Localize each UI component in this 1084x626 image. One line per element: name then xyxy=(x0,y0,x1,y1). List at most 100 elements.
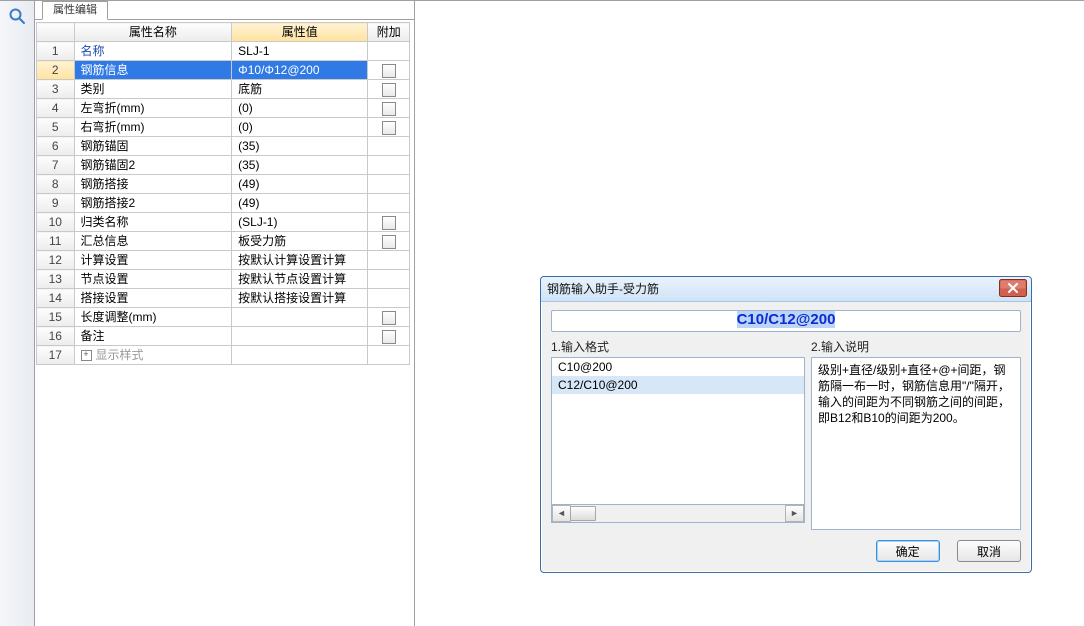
property-value[interactable] xyxy=(232,327,368,346)
extra-cell[interactable] xyxy=(368,270,410,289)
table-row[interactable]: 9钢筋搭接2(49) xyxy=(37,194,410,213)
extra-cell[interactable] xyxy=(368,308,410,327)
list-item[interactable]: C12/C10@200 xyxy=(552,376,804,394)
property-value[interactable]: 板受力筋 xyxy=(232,232,368,251)
col-value[interactable]: 属性值 xyxy=(232,23,368,42)
property-name: 备注 xyxy=(74,327,232,346)
table-row[interactable]: 15长度调整(mm) xyxy=(37,308,410,327)
extra-cell[interactable] xyxy=(368,327,410,346)
list-item[interactable]: C10@200 xyxy=(552,358,804,376)
property-name: +显示样式 xyxy=(74,346,232,365)
row-number: 12 xyxy=(37,251,75,270)
table-row[interactable]: 7钢筋锚固2(35) xyxy=(37,156,410,175)
extra-cell[interactable] xyxy=(368,251,410,270)
extra-cell[interactable] xyxy=(368,232,410,251)
dialog-titlebar[interactable]: 钢筋输入助手-受力筋 xyxy=(541,277,1031,302)
input-format-column: 1.输入格式 C10@200C12/C10@200 ◄ ► xyxy=(551,338,805,530)
col-rownum xyxy=(37,23,75,42)
property-value[interactable]: (49) xyxy=(232,194,368,213)
property-name: 搭接设置 xyxy=(74,289,232,308)
property-value[interactable]: (35) xyxy=(232,137,368,156)
property-value[interactable] xyxy=(232,346,368,365)
expand-icon[interactable]: + xyxy=(81,350,92,361)
extra-cell[interactable] xyxy=(368,42,410,61)
extra-checkbox[interactable] xyxy=(382,121,396,135)
extra-cell[interactable] xyxy=(368,194,410,213)
scroll-thumb[interactable] xyxy=(570,506,596,521)
property-value[interactable]: 底筋 xyxy=(232,80,368,99)
extra-checkbox[interactable] xyxy=(382,216,396,230)
property-value[interactable]: 按默认计算设置计算 xyxy=(232,251,368,270)
extra-cell[interactable] xyxy=(368,213,410,232)
extra-cell[interactable] xyxy=(368,175,410,194)
table-row[interactable]: 6钢筋锚固(35) xyxy=(37,137,410,156)
table-row[interactable]: 13节点设置按默认节点设置计算 xyxy=(37,270,410,289)
property-value[interactable]: (49) xyxy=(232,175,368,194)
property-value[interactable]: SLJ-1 xyxy=(232,42,368,61)
row-number: 4 xyxy=(37,99,75,118)
property-value[interactable]: (SLJ-1) xyxy=(232,213,368,232)
rebar-format-input[interactable]: C10/C12@200 xyxy=(551,310,1021,332)
table-row[interactable]: 14搭接设置按默认搭接设置计算 xyxy=(37,289,410,308)
row-number: 3 xyxy=(37,80,75,99)
row-number: 7 xyxy=(37,156,75,175)
table-row[interactable]: 8钢筋搭接(49) xyxy=(37,175,410,194)
search-icon[interactable] xyxy=(8,7,26,25)
property-name-link[interactable]: 名称 xyxy=(81,44,105,58)
table-row[interactable]: 10归类名称(SLJ-1) xyxy=(37,213,410,232)
ok-button[interactable]: 确定 xyxy=(876,540,940,562)
left-sidebar xyxy=(0,1,35,626)
scroll-right-icon[interactable]: ► xyxy=(785,505,804,522)
table-row[interactable]: 2钢筋信息Φ10/Φ12@200 xyxy=(37,61,410,80)
col-name[interactable]: 属性名称 xyxy=(74,23,232,42)
scroll-left-icon[interactable]: ◄ xyxy=(552,505,571,522)
extra-checkbox[interactable] xyxy=(382,235,396,249)
table-row[interactable]: 3类别底筋 xyxy=(37,80,410,99)
extra-checkbox[interactable] xyxy=(382,330,396,344)
extra-checkbox[interactable] xyxy=(382,102,396,116)
property-value[interactable]: 按默认搭接设置计算 xyxy=(232,289,368,308)
row-number: 2 xyxy=(37,61,75,80)
cancel-button[interactable]: 取消 xyxy=(957,540,1021,562)
dialog-button-row: 确定 取消 xyxy=(541,540,1031,572)
extra-cell[interactable] xyxy=(368,346,410,365)
table-row[interactable]: 16备注 xyxy=(37,327,410,346)
table-row[interactable]: 5右弯折(mm)(0) xyxy=(37,118,410,137)
property-name: 钢筋信息 xyxy=(74,61,232,80)
row-number: 1 xyxy=(37,42,75,61)
extra-cell[interactable] xyxy=(368,61,410,80)
close-icon[interactable] xyxy=(999,279,1027,297)
property-value[interactable]: (0) xyxy=(232,118,368,137)
table-row[interactable]: 1 名称 SLJ-1 xyxy=(37,42,410,61)
property-name: 钢筋搭接2 xyxy=(74,194,232,213)
row-number: 8 xyxy=(37,175,75,194)
col-extra[interactable]: 附加 xyxy=(368,23,410,42)
row-number: 14 xyxy=(37,289,75,308)
property-name: 长度调整(mm) xyxy=(74,308,232,327)
extra-checkbox[interactable] xyxy=(382,311,396,325)
extra-cell[interactable] xyxy=(368,118,410,137)
property-name: 右弯折(mm) xyxy=(74,118,232,137)
table-row[interactable]: 12计算设置按默认计算设置计算 xyxy=(37,251,410,270)
tab-property-edit[interactable]: 属性编辑 xyxy=(42,1,108,20)
extra-checkbox[interactable] xyxy=(382,64,396,78)
property-value[interactable] xyxy=(232,308,368,327)
dialog-body: C10/C12@200 1.输入格式 C10@200C12/C10@200 ◄ … xyxy=(541,302,1031,540)
property-value[interactable]: (35) xyxy=(232,156,368,175)
table-row[interactable]: 11汇总信息板受力筋 xyxy=(37,232,410,251)
property-value[interactable]: Φ10/Φ12@200 xyxy=(232,61,368,80)
property-value[interactable]: 按默认节点设置计算 xyxy=(232,270,368,289)
extra-cell[interactable] xyxy=(368,80,410,99)
extra-cell[interactable] xyxy=(368,289,410,308)
dialog-title-text: 钢筋输入助手-受力筋 xyxy=(547,282,659,296)
property-grid: 属性名称 属性值 附加 1名称SLJ-12钢筋信息Φ10/Φ12@2003类别底… xyxy=(36,22,410,365)
extra-cell[interactable] xyxy=(368,156,410,175)
table-row[interactable]: 17+显示样式 xyxy=(37,346,410,365)
property-value[interactable]: (0) xyxy=(232,99,368,118)
listbox-hscrollbar[interactable]: ◄ ► xyxy=(551,505,805,523)
extra-cell[interactable] xyxy=(368,137,410,156)
format-listbox[interactable]: C10@200C12/C10@200 xyxy=(551,357,805,505)
extra-cell[interactable] xyxy=(368,99,410,118)
extra-checkbox[interactable] xyxy=(382,83,396,97)
table-row[interactable]: 4左弯折(mm)(0) xyxy=(37,99,410,118)
